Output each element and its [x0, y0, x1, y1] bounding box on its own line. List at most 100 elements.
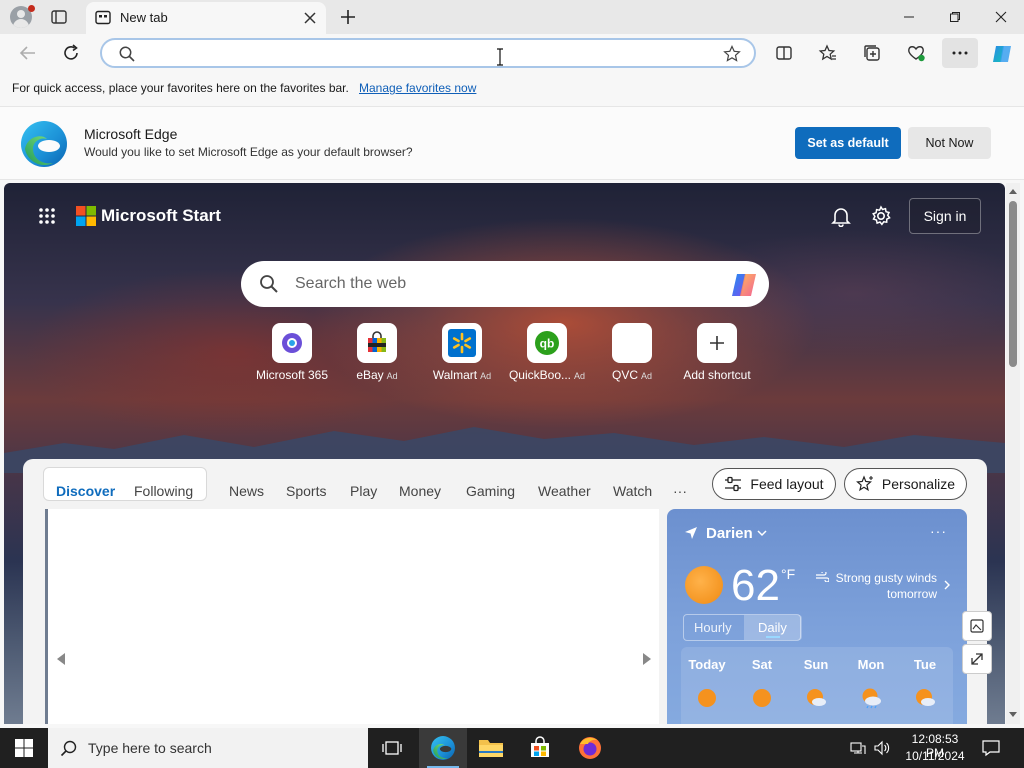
tab-sports[interactable]: Sports — [286, 483, 326, 499]
task-view-button[interactable] — [368, 728, 416, 768]
manage-favorites-link[interactable]: Manage favorites now — [359, 81, 476, 95]
favorites-icon[interactable] — [818, 43, 838, 63]
taskbar-firefox[interactable] — [566, 728, 614, 768]
content-feed: Discover Following News Sports Play Mone… — [23, 459, 987, 724]
forecast-day[interactable]: Today — [680, 657, 734, 672]
action-center-icon[interactable] — [982, 739, 1000, 757]
feedback-button[interactable] — [962, 611, 992, 641]
split-screen-icon[interactable] — [774, 43, 794, 63]
web-search-box[interactable] — [241, 261, 769, 307]
shortcut-label: Microsoft 365 — [255, 368, 329, 382]
quickbooks-logo-icon: qb — [527, 323, 567, 363]
not-now-button[interactable]: Not Now — [908, 127, 991, 159]
personalize-button[interactable]: Personalize — [844, 468, 967, 500]
favorite-star-icon[interactable] — [722, 44, 742, 64]
weather-more-button[interactable]: ··· — [930, 523, 947, 539]
tab-news[interactable]: News — [229, 483, 264, 499]
tab-weather[interactable]: Weather — [538, 483, 591, 499]
browser-essentials-icon[interactable] — [906, 43, 926, 63]
close-window-button[interactable] — [978, 0, 1024, 34]
scroll-up-icon[interactable] — [1008, 187, 1018, 195]
sign-in-button[interactable]: Sign in — [909, 198, 981, 234]
copilot-search-icon[interactable] — [729, 271, 759, 299]
volume-icon[interactable] — [874, 740, 890, 756]
tab-new-tab[interactable]: New tab — [86, 2, 326, 34]
favorites-bar: For quick access, place your favorites h… — [0, 72, 1024, 102]
taskbar-search-box[interactable]: Type here to search — [48, 728, 368, 768]
copilot-icon[interactable] — [990, 42, 1014, 66]
forecast-day[interactable]: Mon — [844, 657, 898, 672]
forecast-day[interactable]: Tue — [898, 657, 952, 672]
settings-gear-icon[interactable] — [870, 205, 892, 227]
address-input[interactable] — [146, 43, 706, 63]
collections-icon[interactable] — [862, 43, 882, 63]
search-icon — [60, 740, 77, 757]
back-arrow-icon[interactable] — [18, 43, 38, 63]
forecast-toggle: Hourly Daily — [683, 614, 802, 641]
shortcut-walmart[interactable]: Walmart Ad — [417, 323, 507, 387]
shortcut-ebay[interactable]: eBay Ad — [332, 323, 422, 387]
tab-money[interactable]: Money — [399, 483, 441, 499]
refresh-icon[interactable] — [61, 43, 81, 63]
taskbar-file-explorer[interactable] — [467, 728, 515, 768]
scroll-thumb[interactable] — [1009, 201, 1017, 367]
restore-button[interactable] — [932, 0, 978, 34]
network-icon[interactable] — [850, 740, 866, 756]
feed-layout-label: Feed layout — [750, 476, 824, 492]
profile-notification-dot — [28, 5, 35, 12]
clock-date[interactable]: 10/11/2024 — [903, 749, 967, 763]
hourly-tab[interactable]: Hourly — [694, 620, 732, 635]
wind-icon — [816, 572, 829, 582]
new-tab-plus-icon[interactable] — [338, 7, 358, 27]
weather-location[interactable]: Darien — [706, 525, 753, 542]
feed-carousel-card[interactable] — [45, 509, 659, 724]
carousel-next-icon[interactable] — [640, 651, 654, 667]
scroll-down-icon[interactable] — [1008, 711, 1018, 719]
minimize-button[interactable] — [886, 0, 932, 34]
address-bar[interactable] — [100, 38, 756, 68]
page-scrollbar[interactable] — [1006, 183, 1020, 724]
tab-play[interactable]: Play — [350, 483, 377, 499]
add-shortcut-button[interactable]: Add shortcut — [672, 323, 762, 387]
windows-logo-icon — [15, 739, 33, 757]
shortcut-label: eBay — [356, 368, 384, 382]
temperature-unit[interactable]: °F — [781, 566, 795, 582]
more-dots-icon — [952, 51, 968, 55]
taskbar-search-placeholder: Type here to search — [88, 740, 212, 756]
tab-strip: New tab — [0, 0, 1024, 34]
shortcut-quickbooks[interactable]: qb QuickBoo... Ad — [502, 323, 592, 387]
tab-gaming[interactable]: Gaming — [466, 483, 515, 499]
sunny-icon — [753, 689, 771, 707]
feed-layout-button[interactable]: Feed layout — [712, 468, 836, 500]
more-tabs-button[interactable]: ··· — [673, 483, 687, 499]
shortcut-qvc[interactable]: QVC Ad — [587, 323, 677, 387]
brand-title[interactable]: Microsoft Start — [101, 206, 221, 226]
forecast-day[interactable]: Sun — [789, 657, 843, 672]
start-button[interactable] — [0, 728, 48, 768]
tab-discover[interactable]: Discover — [56, 483, 115, 499]
close-tab-icon[interactable] — [302, 10, 318, 26]
taskbar-store[interactable] — [516, 728, 564, 768]
chevron-down-icon[interactable] — [757, 529, 767, 537]
web-search-input[interactable] — [295, 273, 695, 295]
chevron-right-icon[interactable] — [943, 580, 951, 590]
set-as-default-button[interactable]: Set as default — [795, 127, 901, 159]
tab-watch[interactable]: Watch — [613, 483, 652, 499]
minimize-icon — [904, 16, 914, 18]
app-launcher-icon[interactable] — [38, 207, 56, 225]
taskbar-edge[interactable] — [419, 728, 467, 768]
settings-and-more-button[interactable] — [942, 38, 978, 68]
notifications-bell-icon[interactable] — [830, 205, 852, 227]
daily-tab[interactable]: Daily — [758, 620, 787, 635]
tab-following[interactable]: Following — [134, 483, 193, 499]
expand-button[interactable] — [962, 644, 992, 674]
plus-icon — [697, 323, 737, 363]
weather-card[interactable]: Darien ··· 62 °F Strong gusty winds tomo… — [667, 509, 967, 724]
tab-title: New tab — [120, 10, 168, 25]
forecast-day[interactable]: Sat — [735, 657, 789, 672]
banner-title: Microsoft Edge — [84, 126, 178, 142]
weather-summary[interactable]: Strong gusty winds tomorrow — [833, 570, 937, 602]
carousel-prev-icon[interactable] — [54, 651, 68, 667]
shortcut-microsoft-365[interactable]: Microsoft 365 — [247, 323, 337, 387]
tab-actions-icon[interactable] — [50, 8, 68, 26]
